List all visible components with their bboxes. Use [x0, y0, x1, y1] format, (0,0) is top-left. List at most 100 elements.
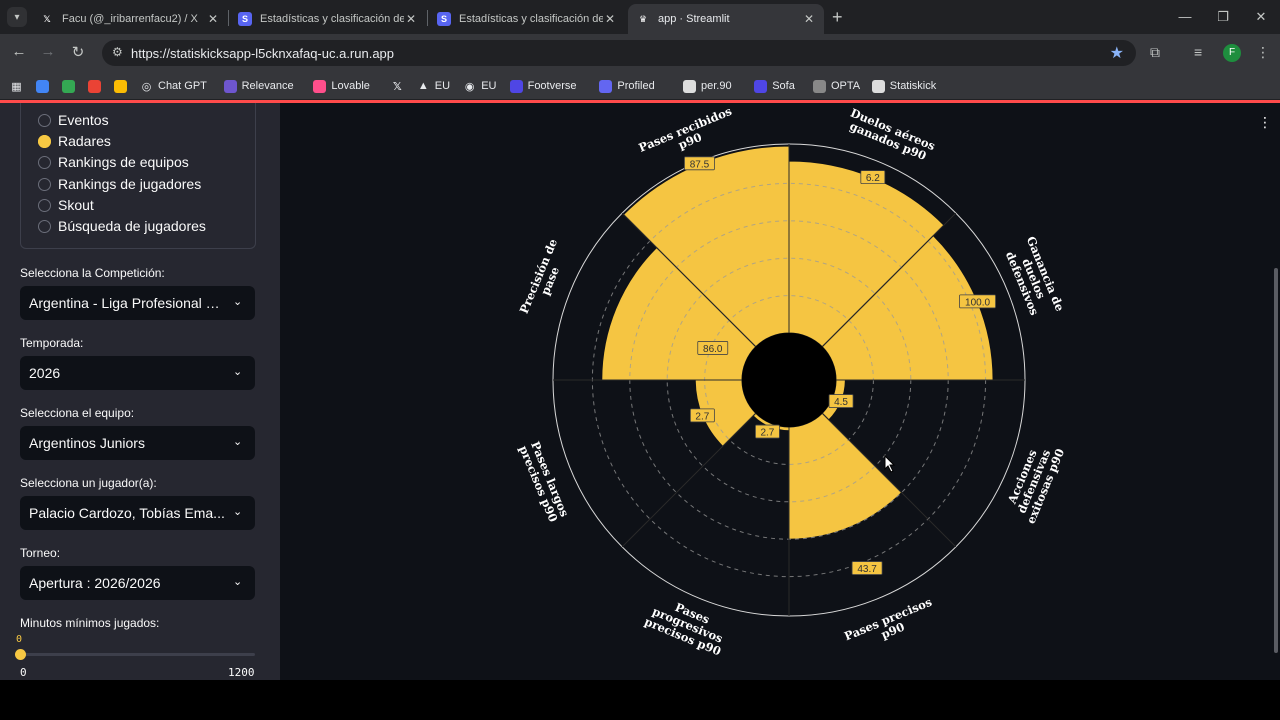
minimize-icon[interactable]: — [1177, 9, 1193, 24]
url-text[interactable]: https://statiskicksapp-l5cknxafaq-uc.a.r… [131, 46, 394, 61]
bookmark-drive[interactable] [114, 77, 132, 95]
radio-rankings-equipos[interactable]: Rankings de equipos [38, 153, 189, 171]
tournament-value: Apertura : 2026/2026 [29, 575, 161, 591]
tab-search-icon[interactable]: ▾ [7, 7, 27, 27]
radio-radares[interactable]: Radares [38, 132, 111, 150]
bookmark-eu2[interactable]: ◉ EU [463, 77, 497, 95]
bookmark-statiskick[interactable]: Statiskick [871, 77, 936, 95]
minutes-slider-thumb[interactable] [15, 649, 26, 660]
radio-label: Búsqueda de jugadores [58, 218, 206, 234]
value-label-text: 87.5 [690, 159, 710, 170]
radio-label: Rankings de equipos [58, 154, 189, 170]
bookmark-relevance[interactable]: Relevance [223, 77, 294, 95]
new-tab-icon[interactable]: + [832, 8, 843, 26]
statiskick-icon [871, 79, 885, 93]
close-icon[interactable]: ✕ [603, 12, 617, 26]
tab-separator [228, 10, 229, 26]
bookmark-sofa[interactable]: Sofa [754, 77, 795, 95]
reading-list-icon[interactable]: ≡ [1194, 44, 1202, 60]
radio-circle[interactable] [38, 155, 51, 169]
footverse-icon [509, 79, 523, 93]
back-icon[interactable]: ← [9, 43, 29, 60]
radio-skout[interactable]: Skout [38, 196, 94, 214]
radar-category-label-5: Pasesprogresivosprecisos p90 [642, 591, 732, 658]
screen: ▾ 𝕏 Facu (@_iribarrenfacu2) / X ✕ S Esta… [0, 0, 1280, 680]
radio-circle[interactable] [38, 113, 51, 127]
window-close-icon[interactable]: ✕ [1253, 9, 1269, 25]
address-bar[interactable]: ⚙ https://statiskicksapp-l5cknxafaq-uc.a… [102, 40, 1136, 66]
season-label: Temporada: [20, 336, 84, 350]
radio-circle[interactable] [38, 177, 51, 191]
extensions-icon[interactable]: ⧉ [1150, 44, 1160, 61]
drive-icon [114, 79, 127, 93]
competition-select[interactable]: Argentina - Liga Profesional d... ⌄ [20, 286, 255, 320]
sidebar: Eventos Radares Rankings de equipos Rank… [0, 103, 280, 680]
radio-circle[interactable] [38, 134, 51, 148]
season-select[interactable]: 2026 ⌄ [20, 356, 255, 390]
radar-center-hole [742, 333, 836, 427]
bookmark-ext-1[interactable] [36, 77, 54, 95]
bookmark-star-icon[interactable]: ★ [1110, 43, 1124, 63]
radio-busqueda-jugadores[interactable]: Búsqueda de jugadores [38, 217, 206, 235]
radio-eventos[interactable]: Eventos [38, 111, 109, 129]
chevron-down-icon: ⌄ [233, 436, 243, 448]
bookmark-per90[interactable]: per.90 [683, 77, 732, 95]
eu-icon: ▲ [417, 80, 429, 92]
reload-icon[interactable]: ↻ [68, 43, 88, 61]
bookmark-x[interactable]: 𝕏 [391, 77, 409, 95]
restore-icon[interactable]: ❐ [1215, 9, 1231, 25]
team-value: Argentinos Juniors [29, 435, 145, 451]
bookmark-lovable[interactable]: Lovable [313, 77, 370, 95]
browser-tab-strip: ▾ 𝕏 Facu (@_iribarrenfacu2) / X ✕ S Esta… [0, 0, 1280, 34]
bookmark-ext-2[interactable] [62, 77, 80, 95]
tab-separator [427, 10, 428, 26]
bookmark-opta[interactable]: OPTA [813, 77, 860, 95]
tab-title: Estadísticas y clasificación de To [260, 13, 404, 25]
statiskick-icon: S [437, 12, 451, 26]
radio-rankings-jugadores[interactable]: Rankings de jugadores [38, 175, 201, 193]
close-icon[interactable]: ✕ [404, 12, 418, 26]
value-label-text: 6.2 [866, 173, 880, 184]
radar-value-label-4: 43.7 [851, 561, 883, 575]
competition-value: Argentina - Liga Profesional d... [29, 295, 225, 311]
radio-circle[interactable] [38, 219, 51, 233]
tab-x[interactable]: 𝕏 Facu (@_iribarrenfacu2) / X ✕ [32, 4, 228, 34]
bookmark-profiled[interactable]: Profiled [599, 77, 655, 95]
radar-value-label-0: 87.5 [684, 156, 715, 170]
bookmark-footverse[interactable]: Footverse [509, 77, 577, 95]
chevron-down-icon: ⌄ [233, 576, 243, 588]
bookmark-apps[interactable]: ▦ [10, 77, 28, 95]
radar-value-label-2: 100.0 [959, 294, 996, 308]
tab-streamlit-app[interactable]: ♛ app · Streamlit ✕ [628, 4, 824, 34]
bookmark-ext-3[interactable] [88, 77, 106, 95]
close-icon[interactable]: ✕ [802, 12, 816, 26]
site-info-icon[interactable]: ⚙ [112, 45, 123, 59]
team-select[interactable]: Argentinos Juniors ⌄ [20, 426, 255, 460]
ext-icon-2 [62, 79, 75, 93]
radar-category-label-2: Ganancia deduelosdefensivos [1001, 234, 1068, 323]
bookmark-label: EU [481, 80, 497, 92]
close-icon[interactable]: ✕ [206, 12, 220, 26]
bookmarks-bar: ▦ ◎ Chat GPT Relevance Lovable 𝕏 ▲ EU ◉ EU Footver… [0, 72, 1280, 100]
bookmark-eu[interactable]: ▲ EU [417, 77, 450, 95]
forward-icon[interactable]: → [38, 43, 58, 60]
value-label-text: 43.7 [857, 564, 877, 575]
main-menu-icon[interactable]: ⋮ [1258, 115, 1272, 129]
profile-avatar[interactable]: F [1223, 44, 1241, 62]
chrome-menu-icon[interactable]: ⋮ [1256, 44, 1270, 61]
tournament-select[interactable]: Apertura : 2026/2026 ⌄ [20, 566, 255, 600]
bookmark-chatgpt[interactable]: ◎ Chat GPT [140, 77, 207, 95]
lovable-icon [313, 79, 327, 93]
tab-statiskick-1[interactable]: S Estadísticas y clasificación de To ✕ [230, 4, 426, 34]
bookmark-label: per.90 [701, 80, 732, 92]
minutes-slider-track[interactable] [20, 653, 255, 656]
tab-title: app · Streamlit [658, 13, 730, 25]
radar-value-label-7: 86.0 [697, 341, 729, 355]
competition-label: Selecciona la Competición: [20, 266, 165, 280]
radio-circle[interactable] [38, 198, 51, 212]
radio-label: Eventos [58, 112, 109, 128]
scrollbar[interactable] [1274, 268, 1278, 653]
tab-statiskick-2[interactable]: S Estadísticas y clasificación de To ✕ [429, 4, 625, 34]
radar-category-label-3: Accionesdefensivasexitosas p90 [1001, 437, 1068, 526]
player-select[interactable]: Palacio Cardozo, Tobías Ema... ⌄ [20, 496, 255, 530]
